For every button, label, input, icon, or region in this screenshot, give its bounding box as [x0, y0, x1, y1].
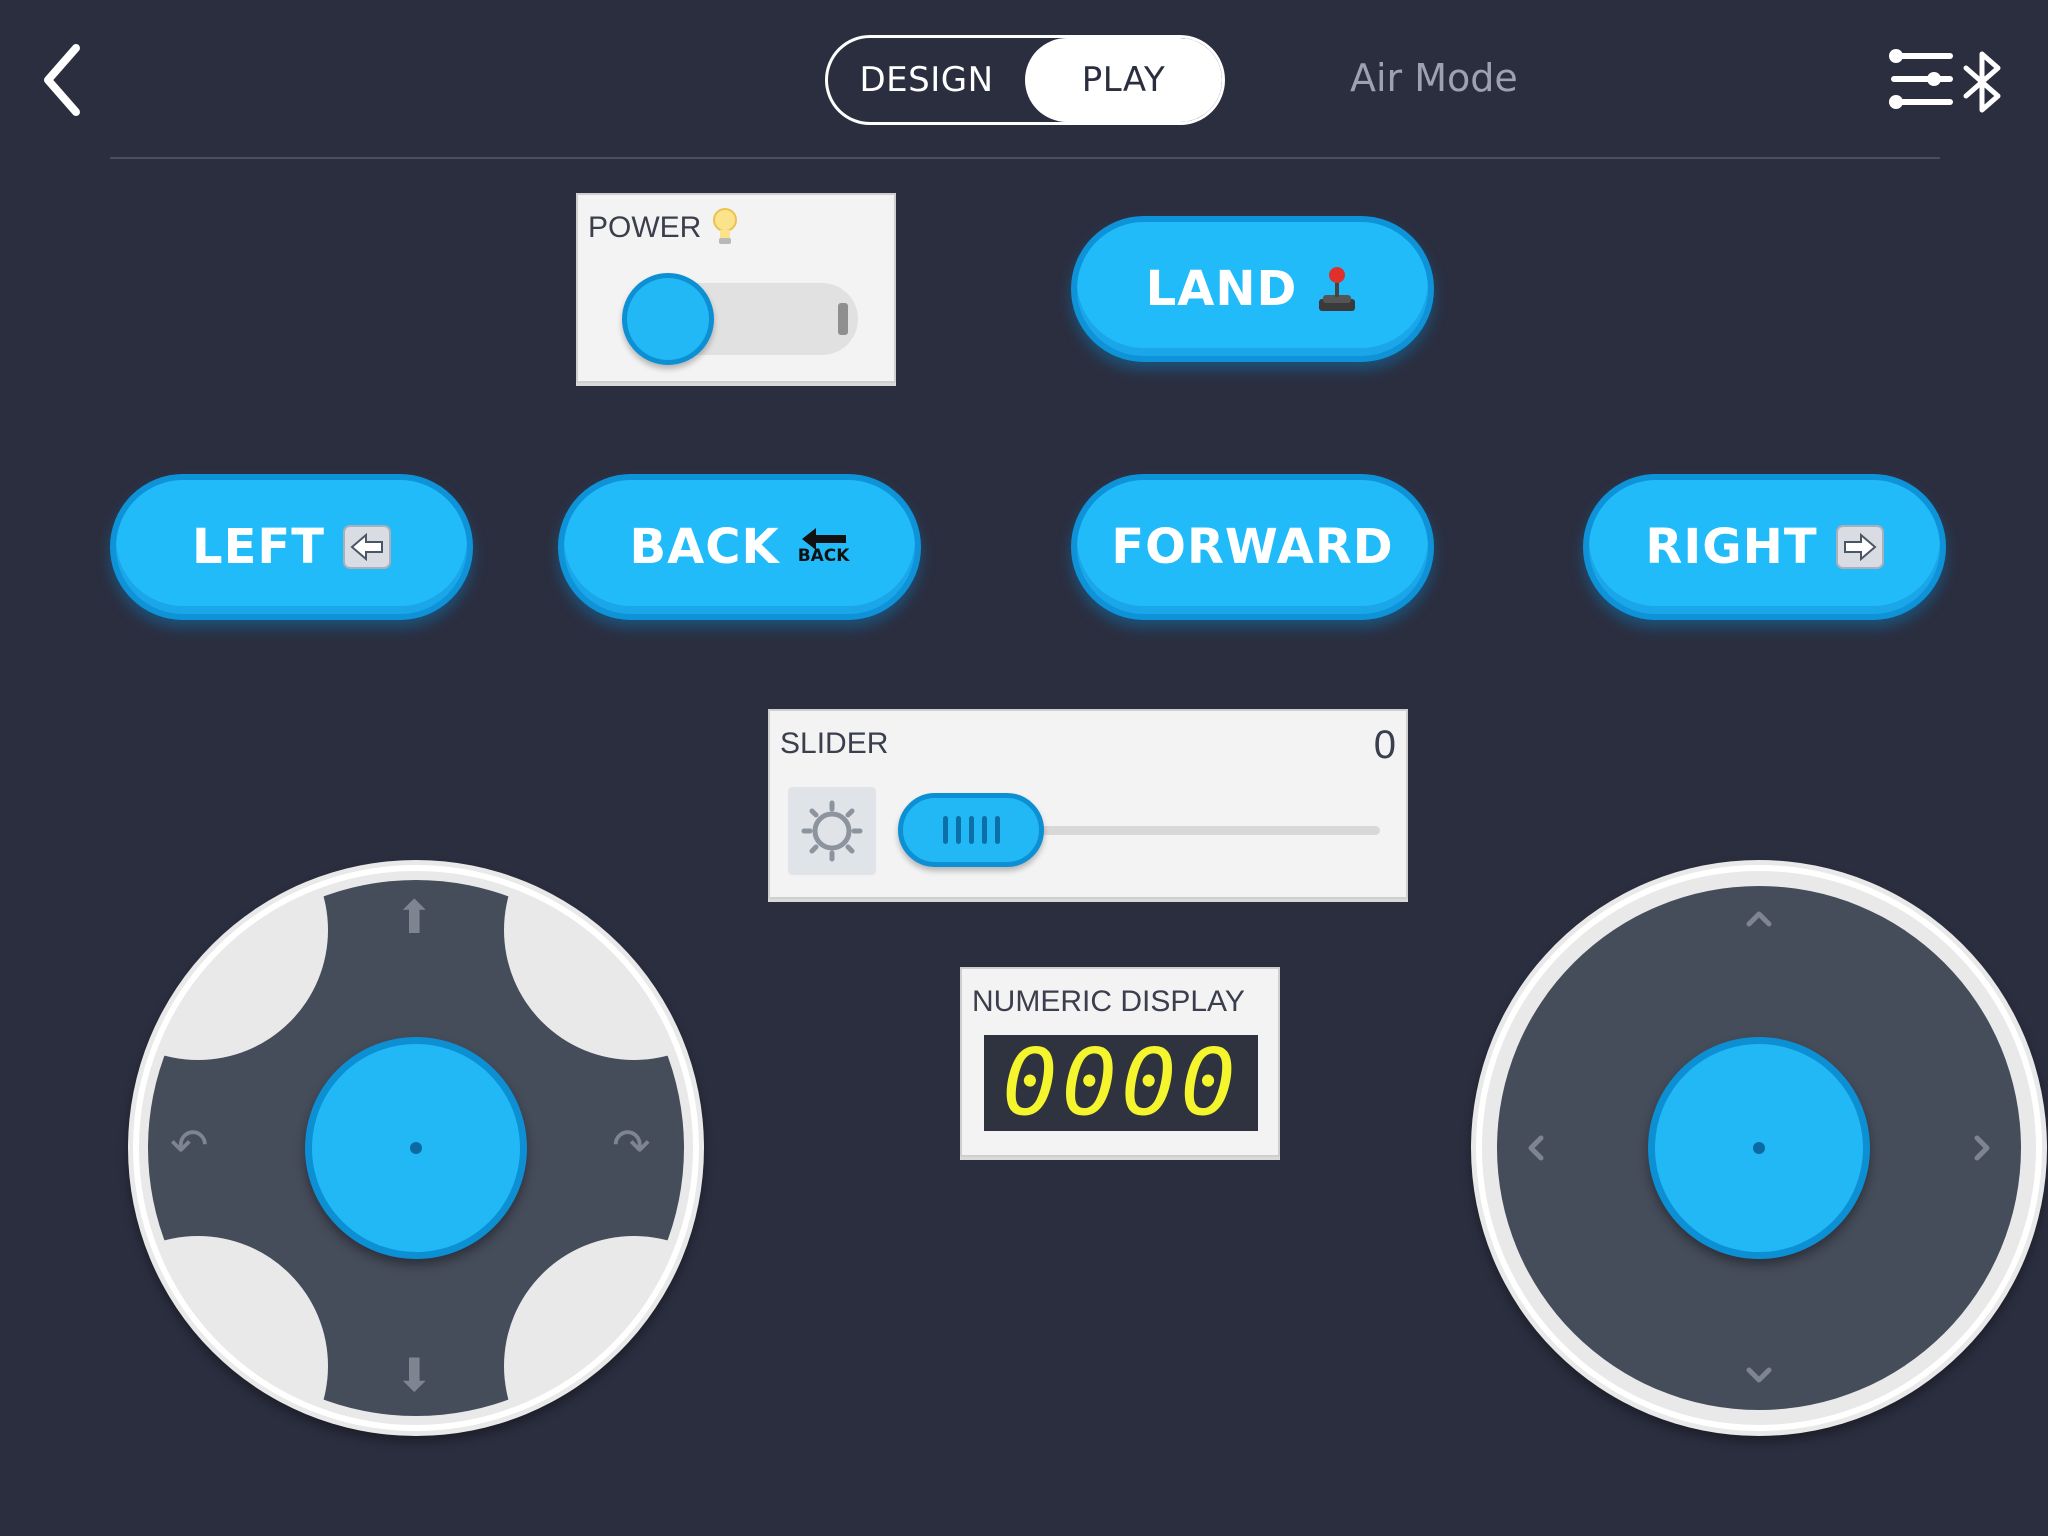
land-button[interactable]: LAND — [1071, 216, 1434, 362]
thumb-grip — [955, 816, 961, 844]
right-button[interactable]: RIGHT — [1583, 474, 1946, 620]
thumb-grip — [981, 816, 987, 844]
knob-center-dot — [410, 1142, 422, 1154]
bluetooth-icon[interactable] — [1960, 50, 2006, 114]
numeric-display-label: NUMERIC DISPLAY — [972, 985, 1245, 1018]
right-button-label: RIGHT — [1645, 519, 1818, 575]
thumb-grip — [942, 816, 948, 844]
power-switch-widget: POWER — [576, 193, 896, 383]
thumb-grip — [994, 816, 1000, 844]
numeric-display-widget: NUMERIC DISPLAY 0000 — [960, 967, 1280, 1157]
toggle-off-mark — [838, 303, 848, 335]
left-joystick-knob[interactable] — [305, 1037, 527, 1259]
settings-sliders-icon[interactable] — [1888, 48, 1956, 110]
down-arrow-icon: ⬇ — [395, 1348, 434, 1402]
right-joystick-knob[interactable] — [1648, 1037, 1870, 1259]
mode-title: Air Mode — [1350, 56, 1518, 100]
back-button-label: BACK — [629, 519, 780, 575]
header-divider — [110, 157, 1940, 159]
thumb-grip — [968, 816, 974, 844]
brightness-icon — [788, 787, 876, 875]
back-button[interactable]: BACK BACK — [558, 474, 921, 620]
design-mode-tab[interactable]: DESIGN — [828, 38, 1025, 122]
rotate-right-icon: ↷ — [612, 1118, 651, 1172]
forward-button-label: FORWARD — [1111, 519, 1394, 575]
numeric-display-value: 0000 — [1002, 1029, 1240, 1136]
play-mode-tab[interactable]: PLAY — [1025, 38, 1222, 122]
back-chevron-icon[interactable] — [38, 42, 88, 118]
rotate-left-icon: ↶ — [170, 1118, 209, 1172]
left-joystick[interactable]: ⬆ ⬇ ↶ ↷ — [128, 860, 704, 1436]
power-toggle-knob[interactable] — [622, 273, 714, 365]
forward-button[interactable]: FORWARD — [1071, 474, 1434, 620]
power-label: POWER — [588, 211, 702, 244]
mode-segmented-control: DESIGN PLAY — [825, 35, 1225, 125]
right-joystick[interactable] — [1471, 860, 2047, 1436]
back-emoji-text: BACK — [797, 546, 850, 566]
lcd-screen: 0000 — [984, 1035, 1258, 1131]
land-button-label: LAND — [1145, 261, 1298, 317]
up-arrow-icon: ⬆ — [395, 890, 434, 944]
back-arrow-emoji-icon: BACK — [797, 528, 850, 566]
knob-center-dot — [1753, 1142, 1765, 1154]
lightbulb-icon — [713, 208, 737, 244]
joystick-emoji-icon — [1319, 267, 1356, 311]
left-button-label: LEFT — [192, 519, 325, 575]
slider-value: 0 — [1373, 723, 1396, 767]
left-arrow-emoji-icon — [342, 525, 391, 569]
slider-thumb[interactable] — [898, 793, 1044, 867]
left-button[interactable]: LEFT — [110, 474, 473, 620]
right-arrow-emoji-icon — [1835, 525, 1884, 569]
slider-widget: SLIDER 0 — [768, 709, 1408, 899]
slider-label: SLIDER — [780, 727, 889, 760]
